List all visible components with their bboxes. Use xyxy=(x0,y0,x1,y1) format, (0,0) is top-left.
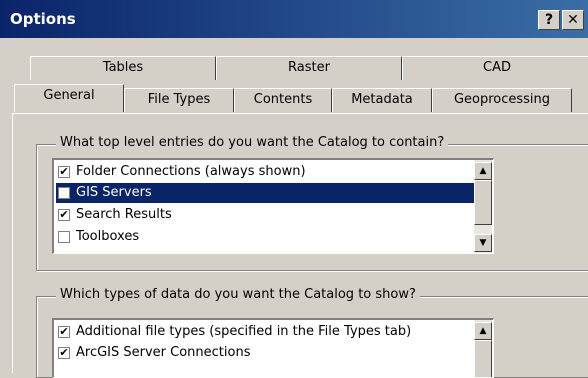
tab-label: Raster xyxy=(288,60,330,75)
types-listbox[interactable]: ✔ Additional file types (specified in th… xyxy=(52,318,494,378)
list-item[interactable]: ✔ Search Results xyxy=(56,205,484,225)
checkbox-checked[interactable]: ✔ xyxy=(58,166,70,178)
title-bar: Options ? ✕ xyxy=(0,0,588,38)
list-item-selected[interactable]: GIS Servers xyxy=(56,183,484,203)
list-item[interactable]: ✔ Additional file types (specified in th… xyxy=(56,322,484,342)
close-button[interactable]: ✕ xyxy=(562,10,584,30)
tab-raster[interactable]: Raster xyxy=(216,56,402,80)
list-item[interactable]: ✔ ArcGIS Server Connections xyxy=(56,343,484,363)
types-scrollbar[interactable]: ▲ xyxy=(474,320,492,377)
tab-label: Tables xyxy=(102,60,144,75)
tab-contents[interactable]: Contents xyxy=(234,88,332,112)
scroll-thumb[interactable] xyxy=(474,340,492,377)
tab-cad[interactable]: CAD xyxy=(402,56,588,80)
list-item-label: Toolboxes xyxy=(76,229,140,244)
tab-label: General xyxy=(43,88,95,103)
tab-geoprocessing[interactable]: Geoprocessing xyxy=(432,88,572,112)
checkbox-unchecked[interactable] xyxy=(58,231,70,243)
scroll-down-icon[interactable]: ▼ xyxy=(474,234,492,252)
tab-metadata[interactable]: Metadata xyxy=(332,88,432,112)
tab-tables[interactable]: Tables xyxy=(30,56,216,80)
list-item-label: Search Results xyxy=(76,207,172,222)
list-item-label: GIS Servers xyxy=(76,185,152,200)
types-group-legend: Which types of data do you want the Cata… xyxy=(56,287,420,302)
checkbox-unchecked[interactable] xyxy=(58,187,70,199)
scroll-thumb[interactable] xyxy=(474,180,492,225)
list-item[interactable]: ✔ Folder Connections (always shown) xyxy=(56,162,484,182)
tab-general[interactable]: General xyxy=(14,84,124,112)
window-title: Options xyxy=(10,10,76,28)
checkbox-checked[interactable]: ✔ xyxy=(58,209,70,221)
tab-label: Metadata xyxy=(351,92,413,107)
tab-label: Geoprocessing xyxy=(453,92,551,107)
tab-label: CAD xyxy=(483,60,511,75)
checkbox-checked[interactable]: ✔ xyxy=(58,347,70,359)
scroll-up-icon[interactable]: ▲ xyxy=(474,322,492,340)
list-item-label: ArcGIS Server Connections xyxy=(76,345,251,360)
tab-label: Contents xyxy=(253,92,313,107)
list-item[interactable]: Toolboxes xyxy=(56,227,484,247)
tab-file-types[interactable]: File Types xyxy=(124,88,234,112)
scroll-up-icon[interactable]: ▲ xyxy=(474,162,492,180)
entries-group-legend: What top level entries do you want the C… xyxy=(56,135,449,150)
entries-listbox[interactable]: ✔ Folder Connections (always shown) GIS … xyxy=(52,158,494,254)
tab-label: File Types xyxy=(147,92,211,107)
entries-scrollbar[interactable]: ▲ ▼ xyxy=(474,160,492,253)
list-item-label: Additional file types (specified in the … xyxy=(76,324,412,339)
list-item-label: Folder Connections (always shown) xyxy=(76,164,306,179)
checkbox-checked[interactable]: ✔ xyxy=(58,326,70,338)
help-button[interactable]: ? xyxy=(538,10,560,30)
